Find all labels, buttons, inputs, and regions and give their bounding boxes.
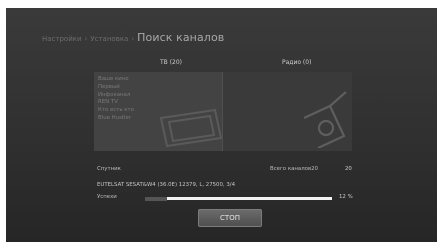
list-item: Инфоканал (98, 91, 131, 98)
breadcrumb: Настройки › Установка › Поиск каналов (42, 31, 224, 47)
breadcrumb-separator: › (131, 35, 135, 43)
radio-column-header: Радио (0) (282, 59, 312, 66)
transponder-info: EUTELSAT SESAT&W4 (36.0E) 12379, L, 2750… (97, 182, 236, 188)
list-item: Blue Hustler (98, 114, 132, 121)
total-channels-count: 20 (345, 166, 352, 172)
progress-bar-fill (145, 196, 167, 201)
channel-list: Ваше кино Первый Инфоканал REN TV Кто ес… (98, 76, 134, 123)
progress-bar-remaining (167, 197, 332, 200)
page-title: Поиск каналов (137, 31, 225, 44)
progress-bar (145, 196, 332, 201)
progress-label: Успехи (97, 194, 117, 200)
tv-column-header: ТВ (20) (160, 59, 183, 66)
breadcrumb-item-installation[interactable]: Установка (90, 35, 128, 43)
progress-percent: 12 % (339, 194, 353, 200)
breadcrumb-item-settings[interactable]: Настройки (42, 35, 82, 43)
satellite-label: Спутник (97, 166, 121, 172)
radio-watermark-icon (303, 91, 347, 148)
list-item: Кто есть кто (98, 107, 134, 114)
list-item: Ваше кино (98, 76, 129, 82)
stop-button[interactable]: СТОП (198, 209, 262, 227)
total-channels-label: Всего каналов20 (270, 166, 318, 172)
list-item: Первый (98, 83, 120, 90)
breadcrumb-separator: › (84, 35, 88, 43)
list-item: REN TV (98, 99, 118, 106)
tv-watermark-icon (159, 108, 223, 148)
